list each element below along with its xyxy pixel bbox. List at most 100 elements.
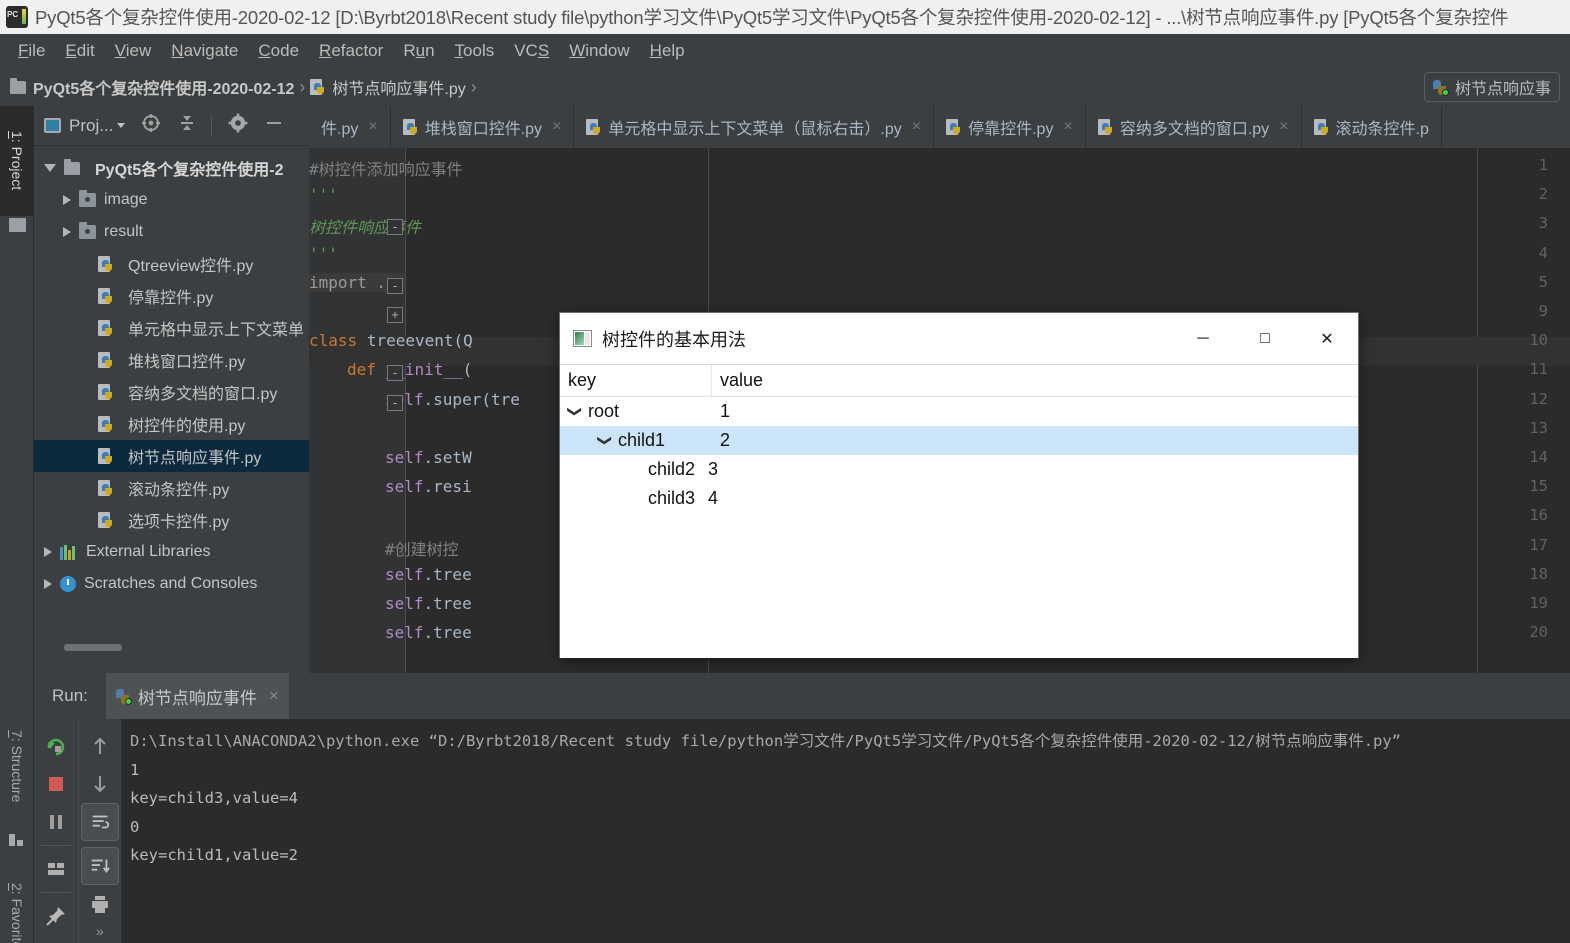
gear-icon[interactable] xyxy=(228,113,248,138)
run-tab[interactable]: 树节点响应事件 × xyxy=(105,673,289,719)
editor-line-number: 10 xyxy=(1529,331,1548,350)
editor-tab[interactable]: 堆栈窗口控件.py × xyxy=(390,106,575,148)
tree-row[interactable]: child3 4 xyxy=(560,484,1358,513)
target-icon[interactable] xyxy=(141,113,161,138)
chevron-down-icon xyxy=(117,123,126,128)
project-tree-item[interactable]: 容纳多文档的窗口.py xyxy=(34,376,309,408)
project-tree-item[interactable]: PyQt5各个复杂控件使用-2 xyxy=(34,152,309,184)
tree-row[interactable]: child2 3 xyxy=(560,455,1358,484)
editor-tab-close-icon[interactable]: × xyxy=(912,118,921,136)
more-actions-icon[interactable]: » xyxy=(96,923,104,939)
project-tree-item[interactable]: 树控件的使用.py xyxy=(34,408,309,440)
twisty-collapsed-icon[interactable] xyxy=(63,195,71,205)
project-tree-item[interactable]: External Libraries xyxy=(34,536,309,568)
twisty-expanded-icon[interactable]: ❯ xyxy=(597,434,614,448)
dialog-minimize-button[interactable]: ─ xyxy=(1172,313,1234,365)
project-tree[interactable]: PyQt5各个复杂控件使用-2 image result Qtreeview控件.py… xyxy=(34,146,309,646)
fold-expand-icon[interactable]: + xyxy=(387,307,403,323)
column-header-value[interactable]: value xyxy=(712,365,763,397)
menu-item-view[interactable]: View xyxy=(105,39,162,63)
menu-item-window[interactable]: Window xyxy=(559,39,639,63)
sidebar-tab-structure[interactable]: 7: Structure xyxy=(0,706,34,826)
editor-tab-close-icon[interactable]: × xyxy=(368,118,377,136)
stop-icon[interactable] xyxy=(37,765,75,803)
editor-tab-close-icon[interactable]: × xyxy=(552,118,561,136)
column-header-key[interactable]: key xyxy=(560,365,712,397)
project-tree-item[interactable]: 选项卡控件.py xyxy=(34,504,309,536)
minimize-icon[interactable] xyxy=(264,113,284,138)
menu-item-file[interactable]: File xyxy=(8,39,55,63)
project-panel-header: Proj... xyxy=(34,106,309,146)
soft-wrap-icon[interactable] xyxy=(80,803,119,841)
project-tree-item[interactable]: 单元格中显示上下文菜单 xyxy=(34,312,309,344)
editor-right-margin-line xyxy=(1477,148,1478,673)
project-panel-title[interactable]: Proj... xyxy=(44,115,126,136)
project-horizontal-scrollbar[interactable] xyxy=(64,644,122,651)
fold-collapse-icon[interactable]: - xyxy=(387,365,403,382)
menu-item-help[interactable]: Help xyxy=(640,39,695,63)
pin-icon[interactable] xyxy=(37,897,75,935)
project-tree-item-label: image xyxy=(104,191,148,208)
project-tree-item[interactable]: 滚动条控件.py xyxy=(34,472,309,504)
project-tree-item[interactable]: Scratches and Consoles xyxy=(34,568,309,600)
editor-tab-close-icon[interactable]: × xyxy=(1279,118,1288,136)
sidebar-tab-favorites[interactable]: 2: Favorites xyxy=(0,856,34,943)
fold-collapse-icon[interactable]: - xyxy=(387,277,403,294)
up-arrow-icon[interactable] xyxy=(81,727,119,765)
dialog-title: 树控件的基本用法 xyxy=(602,329,746,350)
project-panel-title-label: Proj... xyxy=(69,115,114,135)
breadcrumb-file[interactable]: 树节点响应事件.py xyxy=(310,75,466,99)
editor-tab[interactable]: 单元格中显示上下文菜单（鼠标右击）.py × xyxy=(574,106,935,148)
tree-row[interactable]: ❯ child1 2 xyxy=(560,426,1358,455)
menu-item-code[interactable]: Code xyxy=(248,39,309,63)
twisty-collapsed-icon[interactable] xyxy=(44,547,52,557)
python-file-icon xyxy=(98,287,114,305)
project-tree-item[interactable]: 停靠控件.py xyxy=(34,280,309,312)
scroll-to-end-icon[interactable] xyxy=(80,847,119,885)
menu-item-run[interactable]: Run xyxy=(393,39,444,63)
layout-icon[interactable] xyxy=(37,850,75,888)
dialog-titlebar: 树控件的基本用法 ─ □ ✕ xyxy=(560,313,1358,365)
run-tab-close-icon[interactable]: × xyxy=(269,686,279,706)
editor-tab[interactable]: 停靠控件.py × xyxy=(934,106,1086,148)
project-tree-item[interactable]: image xyxy=(34,184,309,216)
fold-collapse-icon[interactable]: - xyxy=(387,219,403,236)
pause-icon[interactable] xyxy=(37,803,75,841)
run-console-output[interactable]: D:\Install\ANACONDA2\python.exe “D:/Byrb… xyxy=(122,719,1570,943)
menu-item-navigate[interactable]: Navigate xyxy=(161,39,248,63)
editor-tab[interactable]: 滚动条控件.p xyxy=(1301,106,1442,148)
editor-tab[interactable]: 件.py × xyxy=(309,106,391,148)
tree-widget-dialog[interactable]: 树控件的基本用法 ─ □ ✕ key value ❯ root 1 ❯ child1 2 c… xyxy=(559,312,1359,658)
twisty-collapsed-icon[interactable] xyxy=(44,579,52,589)
run-configuration-selector[interactable]: 树节点响应事 xyxy=(1423,72,1560,102)
project-tree-item[interactable]: 堆栈窗口控件.py xyxy=(34,344,309,376)
twisty-expanded-icon[interactable] xyxy=(44,164,56,172)
project-tree-item[interactable]: 树节点响应事件.py xyxy=(34,440,309,472)
run-tab-label: 树节点响应事件 xyxy=(137,688,257,708)
breadcrumb-project[interactable]: PyQt5各个复杂控件使用-2020-02-12 xyxy=(10,75,294,99)
sidebar-tab-project[interactable]: 1: Project xyxy=(0,106,34,216)
menu-item-vcs[interactable]: VCS xyxy=(504,39,559,63)
editor-tab[interactable]: 容纳多文档的窗口.py × xyxy=(1085,106,1302,148)
print-icon[interactable] xyxy=(81,885,119,923)
dialog-maximize-button[interactable]: □ xyxy=(1234,313,1296,365)
project-window-icon xyxy=(44,118,61,133)
editor-tab-close-icon[interactable]: × xyxy=(1063,118,1072,136)
project-tree-item[interactable]: result xyxy=(34,216,309,248)
collapse-all-icon[interactable] xyxy=(177,113,197,138)
project-tree-item[interactable]: Qtreeview控件.py xyxy=(34,248,309,280)
menu-item-refactor[interactable]: Refactor xyxy=(309,39,393,63)
menu-item-tools[interactable]: Tools xyxy=(445,39,505,63)
twisty-collapsed-icon[interactable] xyxy=(63,227,71,237)
down-arrow-icon[interactable] xyxy=(81,765,119,803)
menu-item-edit[interactable]: Edit xyxy=(55,39,104,63)
fold-collapse-icon[interactable]: - xyxy=(387,394,403,411)
twisty-expanded-icon[interactable]: ❯ xyxy=(567,405,584,419)
editor-line-number: 16 xyxy=(1529,506,1548,525)
tree-row-key: root xyxy=(588,401,620,421)
editor-tabs[interactable]: 件.py × 堆栈窗口控件.py × 单元格中显示上下文菜单（鼠标右击）.py × 停靠控件… xyxy=(309,106,1570,148)
tree-row[interactable]: ❯ root 1 xyxy=(560,397,1358,426)
rerun-icon[interactable] xyxy=(37,727,75,765)
project-tree-item-label: 选项卡控件.py xyxy=(128,514,230,531)
dialog-close-button[interactable]: ✕ xyxy=(1296,313,1358,365)
